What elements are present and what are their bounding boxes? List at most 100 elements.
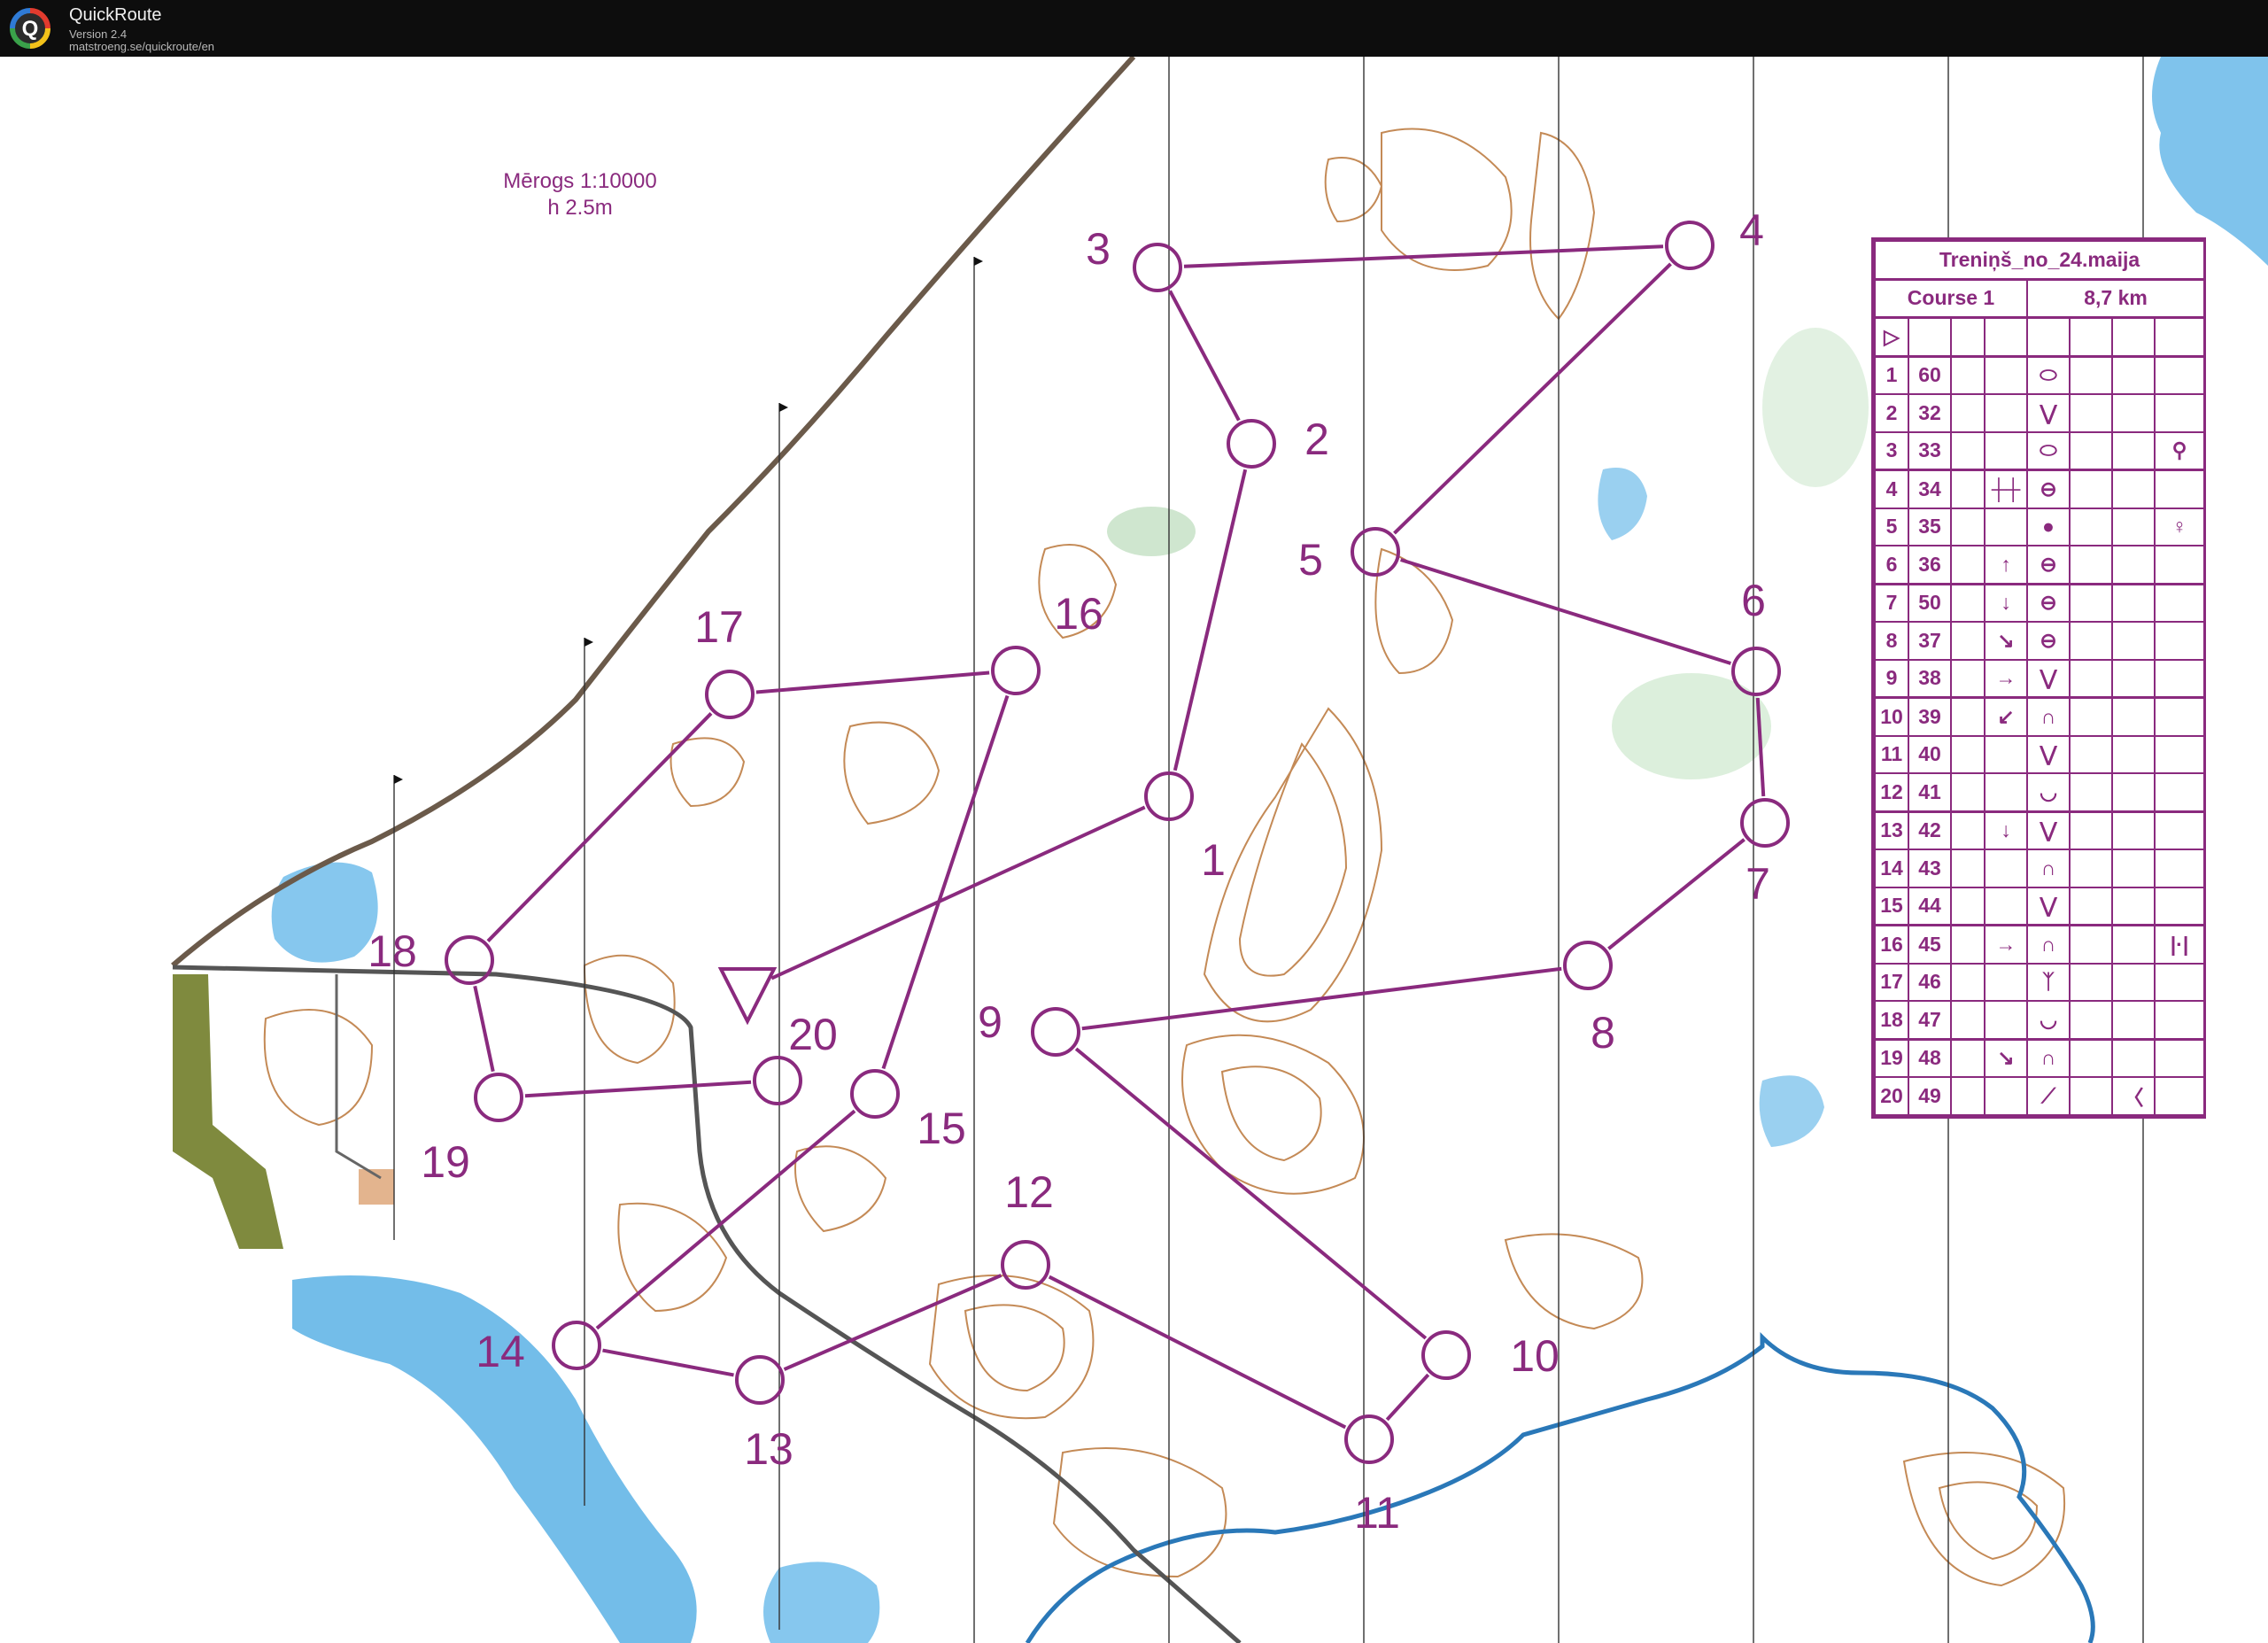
control-cell-n: 16 — [1874, 924, 1909, 965]
control-cell-g — [2111, 545, 2156, 585]
control-cell-g — [2111, 583, 2156, 623]
control-circle-10[interactable] — [1421, 1330, 1471, 1380]
control-cell-g — [2111, 962, 2156, 1002]
app-url: matstroeng.se/quickroute/en — [69, 40, 215, 53]
control-circle-13[interactable] — [735, 1355, 785, 1405]
control-cell-code: 40 — [1908, 734, 1952, 774]
control-circle-5[interactable] — [1351, 527, 1400, 577]
control-circle-19[interactable] — [474, 1073, 523, 1122]
control-cell-h: ♀ — [2153, 507, 2206, 546]
control-cell-d — [1984, 772, 2028, 813]
control-number-17: 17 — [694, 602, 744, 652]
control-cell-h — [2153, 849, 2206, 888]
control-cell-f — [2069, 1000, 2113, 1041]
control-circle-3[interactable] — [1133, 243, 1182, 292]
control-cell-code: 35 — [1908, 507, 1952, 546]
control-number-4: 4 — [1739, 205, 1764, 255]
control-circle-20[interactable] — [753, 1056, 802, 1105]
control-cell-h — [2153, 696, 2206, 737]
control-cell-f — [2069, 355, 2113, 395]
control-circle-8[interactable] — [1563, 941, 1613, 990]
control-circle-14[interactable] — [552, 1321, 601, 1370]
control-cell-d: ↘ — [1984, 1038, 2028, 1078]
control-cell-g — [2111, 507, 2156, 546]
control-circle-18[interactable] — [445, 935, 494, 985]
control-cell-g — [2111, 393, 2156, 433]
course-leg — [1081, 966, 1562, 1031]
control-cell-code: 60 — [1908, 355, 1952, 395]
control-cell-d: → — [1984, 658, 2028, 699]
control-cell-f — [2069, 772, 2113, 813]
control-cell-h: |·| — [2153, 924, 2206, 965]
vegetation-patch — [1762, 328, 1869, 487]
control-cell-f — [2069, 393, 2113, 433]
control-cell-n: 10 — [1874, 696, 1909, 737]
course-overlay: 123 4567891011121314151617181920 — [368, 205, 1790, 1538]
control-circle-15[interactable] — [850, 1069, 900, 1119]
control-cell-e: ⊖ — [2026, 583, 2071, 623]
control-cell-n: 15 — [1874, 886, 1909, 926]
control-row: 3 33 ⬭ ⚲ — [1874, 430, 2206, 471]
control-cell-f — [2069, 810, 2113, 850]
control-row: 1 60 ⬭ — [1874, 355, 2206, 395]
control-cell-code: 44 — [1908, 886, 1952, 926]
control-circle-17[interactable] — [705, 670, 755, 719]
control-cell-d: ┼┼ — [1984, 469, 2028, 509]
control-cell-f — [2069, 696, 2113, 737]
control-cell-d — [1984, 1076, 2028, 1116]
control-cell-e: ᛉ — [2026, 962, 2071, 1002]
control-cell-h — [2153, 772, 2206, 813]
control-cell-h — [2153, 355, 2206, 395]
course-leg — [602, 1348, 734, 1377]
control-cell-d: ↘ — [1984, 621, 2028, 661]
control-cell-e: ⋁ — [2026, 393, 2071, 433]
control-cell-n: 9 — [1874, 658, 1909, 699]
control-cell-d — [1984, 1000, 2028, 1041]
control-cell-code: 42 — [1908, 810, 1952, 850]
course-leg — [524, 1080, 752, 1098]
course-leg — [1168, 290, 1241, 422]
control-cell-g — [2111, 1038, 2156, 1078]
control-number-12: 12 — [1004, 1167, 1054, 1217]
app-version: Version 2.4 — [69, 27, 128, 41]
control-cell-c — [1950, 696, 1985, 737]
control-cell-g — [2111, 772, 2156, 813]
control-cell-code: 46 — [1908, 962, 1952, 1002]
control-circle-11[interactable] — [1344, 1414, 1394, 1464]
control-cell-d: ↓ — [1984, 583, 2028, 623]
control-cell-n: 6 — [1874, 545, 1909, 585]
control-cell-g: 〈 — [2111, 1076, 2156, 1116]
lake-north-west — [271, 862, 378, 963]
control-cell-c — [1950, 962, 1985, 1002]
control-cell-e: ⟋ — [2026, 1076, 2071, 1116]
control-cell-c — [1950, 849, 1985, 888]
control-number-9: 9 — [978, 997, 1002, 1047]
control-cell-e: ∩ — [2026, 924, 2071, 965]
control-row: 16 45 → ∩ |·| — [1874, 924, 2206, 965]
control-circle-9[interactable] — [1031, 1007, 1080, 1057]
control-circle-6[interactable] — [1731, 647, 1781, 696]
control-row: 11 40 ⋁ — [1874, 734, 2206, 774]
control-circle-16[interactable] — [991, 646, 1041, 695]
control-number-16: 16 — [1054, 589, 1103, 639]
control-cell-code: 49 — [1908, 1076, 1952, 1116]
control-cell-f — [2069, 621, 2113, 661]
control-circle-7[interactable] — [1740, 798, 1790, 848]
control-cell-h — [2153, 1038, 2206, 1078]
map-contour-interval: h 2.5m — [547, 196, 612, 220]
control-circle-4[interactable] — [1665, 221, 1715, 270]
control-row: 14 43 ∩ — [1874, 849, 2206, 888]
control-cell-c — [1950, 1000, 1985, 1041]
control-circle-2[interactable] — [1227, 419, 1276, 469]
control-cell-h — [2153, 583, 2206, 623]
control-cell-n: 19 — [1874, 1038, 1909, 1078]
control-cell-f — [2069, 469, 2113, 509]
north-arrows — [394, 257, 983, 784]
control-cell-c — [1950, 1076, 1985, 1116]
quickroute-logo-icon: Q — [10, 8, 50, 49]
control-cell-e: ⋁ — [2026, 734, 2071, 774]
control-circle-12[interactable] — [1001, 1240, 1050, 1290]
control-cell-f — [2069, 886, 2113, 926]
control-cell-g — [2111, 924, 2156, 965]
control-cell-g — [2111, 849, 2156, 888]
